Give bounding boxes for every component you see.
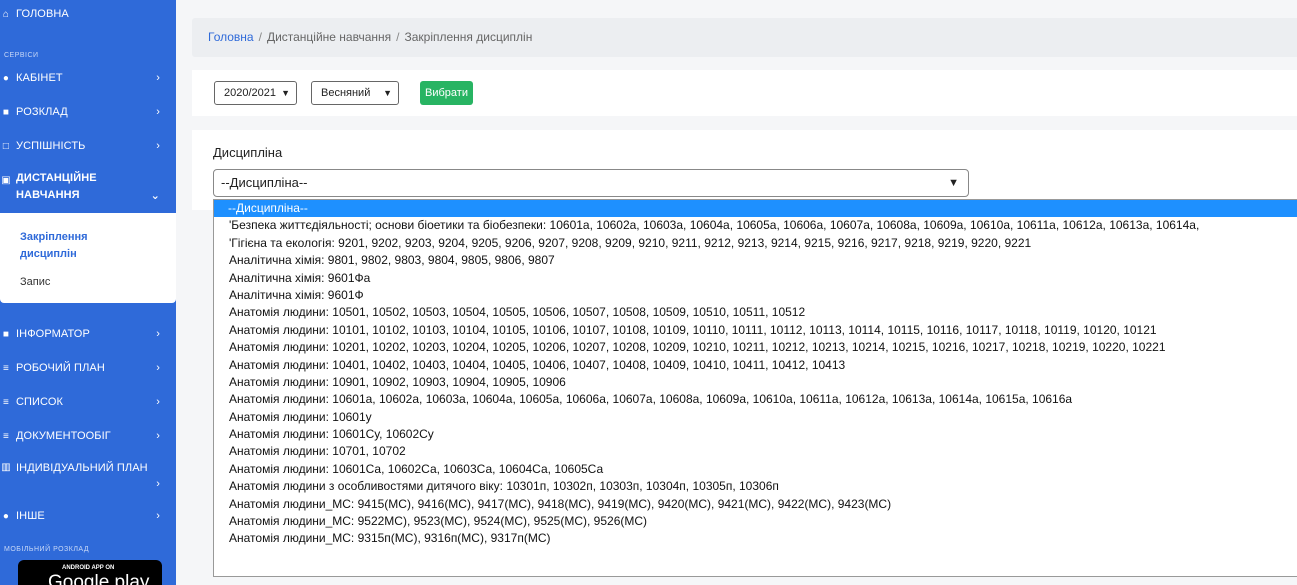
google-play-badge[interactable]: ANDROID APP ON Google play: [18, 560, 162, 585]
sidebar-item-label: Документообіг: [16, 430, 111, 442]
other-icon: ●: [2, 510, 10, 522]
breadcrumb-home[interactable]: Головна: [208, 30, 254, 44]
sidebar-item-home[interactable]: ⌂ Головна: [0, 8, 176, 20]
sidebar-item-label: Кабінет: [16, 72, 63, 84]
sidebar-item-label: Робочий план: [16, 362, 105, 374]
chevron-down-icon: ▼: [281, 88, 290, 98]
dropdown-option[interactable]: Аналітична хімія: 9801, 9802, 9803, 9804…: [214, 252, 1297, 269]
dropdown-option[interactable]: Аналітична хімія: 9601Фа: [214, 270, 1297, 287]
sidebar-item-individual-plan[interactable]: ▥ Індивідуальний план ›: [0, 462, 176, 490]
breadcrumb: Головна / Дистанційне навчання / Закріплення…: [192, 18, 1297, 57]
dropdown-option[interactable]: Анатомія людини_МС: 9315п(МС), 9316п(МС)…: [214, 530, 1297, 547]
individual-plan-icon: ▥: [1, 462, 11, 473]
breadcrumb-section: Дистанційне навчання: [266, 30, 392, 44]
submit-button[interactable]: Вибрати: [420, 81, 473, 105]
sidebar-item-work-plan[interactable]: ≡ Робочий план ›: [0, 362, 176, 374]
info-icon: ■: [2, 328, 10, 340]
sidebar-item-label-line2: навчання: [16, 189, 80, 201]
semester-select-value: Весняний: [321, 87, 371, 99]
submenu-item-record[interactable]: Запис: [20, 276, 50, 288]
sidebar-item-schedule[interactable]: ■ Розклад ›: [0, 106, 176, 118]
calendar-icon: ■: [2, 106, 10, 118]
sidebar-item-label: Інше: [16, 510, 45, 522]
sidebar-item-label: Список: [16, 396, 64, 408]
dropdown-option[interactable]: Анатомія людини: 10601Су, 10602Су: [214, 426, 1297, 443]
semester-select[interactable]: Весняний ▼: [311, 81, 399, 105]
google-play-text: Google play: [48, 572, 150, 585]
sidebar-submenu: Закріплення дисциплін Запис: [0, 213, 176, 303]
sidebar-section-mobile: Мобільний розклад: [4, 546, 90, 553]
chevron-right-icon: ›: [156, 478, 160, 490]
dropdown-option[interactable]: Анатомія людини_МС: 9522МС), 9523(МС), 9…: [214, 513, 1297, 530]
sidebar-item-grades[interactable]: □ Успішність ›: [0, 140, 176, 152]
sidebar-item-label: Успішність: [16, 140, 86, 152]
chevron-down-icon: ▼: [383, 88, 392, 98]
user-icon: ●: [2, 72, 10, 84]
chevron-right-icon: ›: [156, 106, 160, 118]
discipline-select-value: --Дисципліна--: [221, 175, 308, 190]
chevron-right-icon: ›: [156, 362, 160, 374]
dropdown-option[interactable]: Анатомія людини_МС: 9415(МС), 9416(МС), …: [214, 496, 1297, 513]
sidebar-item-other[interactable]: ● Інше ›: [0, 510, 176, 522]
sidebar-item-label: Головна: [16, 8, 69, 20]
document-icon: ≡: [3, 430, 9, 442]
discipline-dropdown-list[interactable]: --Дисципліна-- 'Безпека життєдіяльності; …: [213, 199, 1297, 577]
sidebar-item-label: Дистанційне навчання: [16, 170, 97, 204]
sidebar-item-label: Індивідуальний план: [16, 462, 148, 474]
chevron-down-icon: ▼: [948, 177, 959, 189]
dropdown-option[interactable]: Анатомія людини: 10501, 10502, 10503, 10…: [214, 304, 1297, 321]
year-select-value: 2020/2021: [224, 87, 276, 99]
dropdown-option[interactable]: Анатомія людини: 10601Са, 10602Са, 10603…: [214, 461, 1297, 478]
chevron-right-icon: ›: [156, 72, 160, 84]
dropdown-option[interactable]: Анатомія людини з особливостями дитячого…: [214, 478, 1297, 495]
filter-card: 2020/2021 ▼ Весняний ▼ Вибрати: [192, 70, 1297, 116]
sidebar-item-label: Інформатор: [16, 328, 90, 340]
discipline-card: Дисципліна --Дисципліна-- ▼: [192, 130, 1297, 210]
year-select[interactable]: 2020/2021 ▼: [214, 81, 297, 105]
discipline-select[interactable]: --Дисципліна-- ▼: [213, 169, 969, 197]
dropdown-option[interactable]: Анатомія людини: 10701, 10702: [214, 443, 1297, 460]
discipline-label: Дисципліна: [213, 145, 283, 160]
dropdown-option[interactable]: --Дисципліна--: [214, 200, 1297, 218]
sidebar-item-documents[interactable]: ≡ Документообіг ›: [0, 430, 176, 442]
chevron-right-icon: ›: [156, 140, 160, 152]
sidebar: ⌂ Головна Сервіси ● Кабінет › ■ Розклад …: [0, 0, 176, 585]
google-play-small-text: ANDROID APP ON: [62, 565, 115, 571]
breadcrumb-separator: /: [396, 30, 400, 44]
laptop-icon: ▣: [1, 175, 11, 186]
dropdown-option[interactable]: 'Гігієна та екологія: 9201, 9202, 9203, …: [214, 235, 1297, 252]
dropdown-option[interactable]: 'Безпека життєдіяльності; основи біоетик…: [214, 217, 1297, 234]
chevron-right-icon: ›: [156, 396, 160, 408]
breadcrumb-current: Закріплення дисциплін: [404, 30, 533, 44]
sidebar-item-distance-learning[interactable]: ▣ Дистанційне навчання ⌄: [0, 170, 176, 204]
dropdown-option[interactable]: Анатомія людини: 10401, 10402, 10403, 10…: [214, 357, 1297, 374]
chevron-right-icon: ›: [156, 328, 160, 340]
sidebar-section-services: Сервіси: [4, 52, 39, 59]
dropdown-option[interactable]: Анатомія людини: 10601у: [214, 409, 1297, 426]
dropdown-option[interactable]: Анатомія людини: 10101, 10102, 10103, 10…: [214, 322, 1297, 339]
dropdown-option[interactable]: Аналітична хімія: 9601Ф: [214, 287, 1297, 304]
breadcrumb-separator: /: [258, 30, 262, 44]
dropdown-option[interactable]: Анатомія людини: 10601а, 10602а, 10603а,…: [214, 391, 1297, 408]
dropdown-option[interactable]: Анатомія людини: 10201, 10202, 10203, 10…: [214, 339, 1297, 356]
dropdown-option[interactable]: Анатомія людини: 10901, 10902, 10903, 10…: [214, 374, 1297, 391]
plan-icon: ≡: [3, 362, 9, 374]
submenu-item-assign-disciplines[interactable]: Закріплення дисциплін: [20, 229, 140, 263]
home-icon: ⌂: [2, 8, 10, 20]
chevron-down-icon: ⌄: [150, 190, 160, 202]
sidebar-item-label: Розклад: [16, 106, 68, 118]
sidebar-item-cabinet[interactable]: ● Кабінет ›: [0, 72, 176, 84]
chevron-right-icon: ›: [156, 510, 160, 522]
list-icon: ≡: [3, 396, 9, 408]
sidebar-item-informer[interactable]: ■ Інформатор ›: [0, 328, 176, 340]
sidebar-item-label-line1: Дистанційне: [16, 172, 97, 184]
chevron-right-icon: ›: [156, 430, 160, 442]
grades-icon: □: [2, 140, 10, 152]
sidebar-item-list[interactable]: ≡ Список ›: [0, 396, 176, 408]
